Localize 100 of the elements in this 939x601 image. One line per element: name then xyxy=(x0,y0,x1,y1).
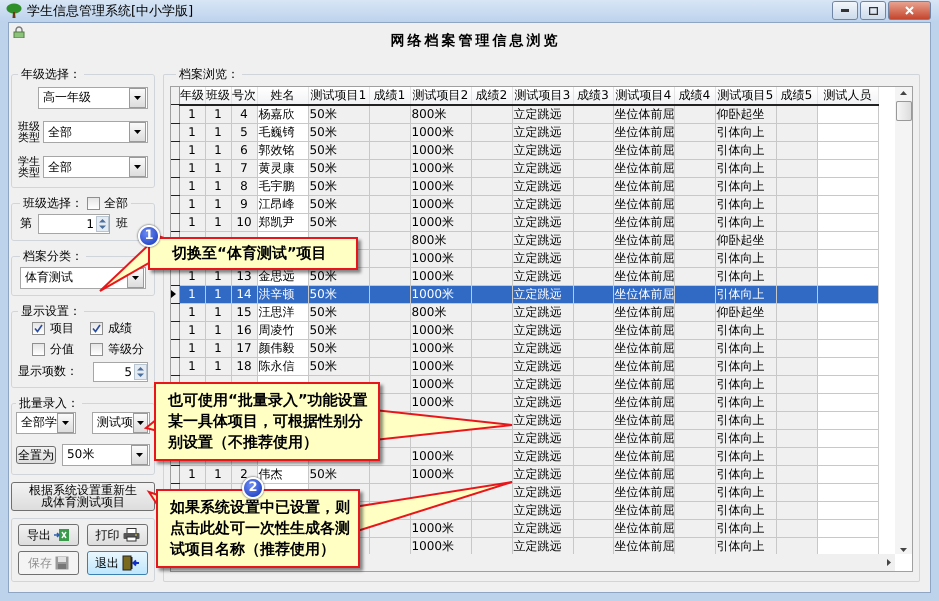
table-cell: 1 xyxy=(179,123,205,142)
checkbox[interactable] xyxy=(87,196,100,210)
checkbox[interactable] xyxy=(90,322,103,335)
table-cell: 立定跳远 xyxy=(512,393,573,412)
table-cell: 1000米 xyxy=(410,321,471,340)
table-cell: 立定跳远 xyxy=(512,465,573,484)
column-header[interactable]: 号次 xyxy=(231,86,257,105)
minimize-button[interactable] xyxy=(832,1,858,20)
table-cell: 立定跳远 xyxy=(512,213,573,232)
scroll-up-icon[interactable] xyxy=(900,90,907,95)
group-label: 年级选择： xyxy=(21,66,81,83)
group-label: 显示设置： xyxy=(21,302,81,320)
column-header[interactable]: 测试项目2 xyxy=(410,86,471,105)
table-cell: 引体向上 xyxy=(715,411,776,430)
table-cell: 引体向上 xyxy=(715,465,776,484)
column-header[interactable]: 班级 xyxy=(205,86,231,105)
table-cell: 立定跳远 xyxy=(512,339,573,358)
table-cell: 立定跳远 xyxy=(512,375,573,394)
maximize-button[interactable] xyxy=(860,1,886,20)
class-number-field[interactable]: 1 xyxy=(38,214,110,234)
scroll-thumb[interactable] xyxy=(896,100,912,121)
table-cell: 立定跳远 xyxy=(512,249,573,268)
table-cell: 立定跳远 xyxy=(512,429,573,448)
table-cell: 洪辛顿 xyxy=(257,285,308,304)
column-header[interactable]: 成绩1 xyxy=(369,86,410,105)
table-cell: 引体向上 xyxy=(715,195,776,214)
table-cell: 1 xyxy=(179,303,205,322)
column-header[interactable]: 成绩5 xyxy=(776,86,817,105)
grade-dropdown[interactable]: 高一年级 xyxy=(38,86,148,109)
checkbox[interactable] xyxy=(90,342,103,356)
table-cell: 50米 xyxy=(308,123,369,142)
table-cell: 1 xyxy=(179,357,205,376)
table-cell: 50米 xyxy=(308,213,369,232)
table-cell: 1 xyxy=(179,177,205,196)
table-cell: 郭效铭 xyxy=(257,141,308,160)
column-header[interactable]: 成绩2 xyxy=(471,86,512,105)
action-button[interactable]: 退出 xyxy=(87,551,148,575)
caret-icon xyxy=(136,452,143,457)
table-cell: 引体向上 xyxy=(715,393,776,412)
vertical-scrollbar[interactable] xyxy=(895,86,912,554)
table-cell: 1000米 xyxy=(410,177,471,196)
callout-tooltip: 也可使用“批量录入”功能设置某一具体项目，可根据性别分别设置（不推荐使用） xyxy=(154,382,380,461)
item-count-field[interactable]: 5 xyxy=(93,362,148,382)
action-button[interactable]: 导出 xyxy=(18,524,79,546)
checkbox-label: 成绩 xyxy=(108,320,132,337)
checkbox[interactable] xyxy=(32,322,45,335)
table-cell: 1 xyxy=(205,465,231,484)
table-cell: 1 xyxy=(205,213,231,232)
action-button[interactable]: 打印 xyxy=(87,524,148,546)
scope-dropdown[interactable]: 全部学 xyxy=(16,412,76,434)
column-header[interactable]: 测试项目5 xyxy=(715,86,776,105)
spreadsheet-icon xyxy=(54,528,70,542)
table-cell: 8 xyxy=(231,177,257,196)
value-dropdown[interactable]: 50米 xyxy=(62,444,150,466)
table-cell: 仰卧起坐 xyxy=(715,231,776,250)
column-header[interactable]: 测试项目1 xyxy=(308,86,369,105)
test-item-dropdown[interactable]: 测试项 xyxy=(92,412,150,434)
table-cell: 1000米 xyxy=(410,375,471,394)
checkbox[interactable] xyxy=(32,342,45,356)
table-cell: 立定跳远 xyxy=(512,285,573,304)
column-header[interactable]: 测试人员 xyxy=(817,86,878,105)
spin-arrows-icon[interactable] xyxy=(134,364,147,380)
student-type-dropdown[interactable]: 全部 xyxy=(43,156,148,178)
caret-icon xyxy=(132,276,139,280)
group-label: 班级选择： xyxy=(23,194,83,212)
table-cell: 15 xyxy=(231,303,257,322)
table-cell: 引体向上 xyxy=(715,123,776,142)
column-header[interactable]: 测试项目4 xyxy=(613,86,674,105)
table-cell: 1 xyxy=(205,285,231,304)
table-cell: 引体向上 xyxy=(715,519,776,538)
table-cell: 黄灵康 xyxy=(257,159,308,178)
tree-icon xyxy=(6,2,22,19)
table-cell: 1000米 xyxy=(410,267,471,286)
column-header[interactable]: 年级 xyxy=(179,86,205,105)
table-cell: 立定跳远 xyxy=(512,321,573,340)
column-header[interactable]: 姓名 xyxy=(257,86,308,105)
category-dropdown[interactable]: 体育测试 xyxy=(20,266,146,289)
caret-icon xyxy=(134,130,141,134)
table-cell: 1 xyxy=(179,285,205,304)
table-cell: 1 xyxy=(205,141,231,160)
table-cell: 引体向上 xyxy=(715,159,776,178)
table-cell: 50米 xyxy=(308,321,369,340)
close-button[interactable] xyxy=(888,1,931,20)
column-header[interactable]: 测试项目3 xyxy=(512,86,573,105)
column-header[interactable]: 成绩3 xyxy=(573,86,613,105)
scroll-right-icon[interactable] xyxy=(887,558,891,566)
table-cell: 10 xyxy=(231,213,257,232)
table-cell: 50米 xyxy=(308,195,369,214)
table-cell: 引体向上 xyxy=(715,141,776,160)
page-heading: 网络档案管理信息浏览 xyxy=(390,32,562,50)
table-cell: 1000米 xyxy=(410,393,471,412)
row-pointer-icon xyxy=(171,290,176,298)
regenerate-button[interactable]: 根据系统设置重新生成体育测试项目 xyxy=(11,482,155,511)
caret-icon xyxy=(137,420,144,425)
table-cell: 1000米 xyxy=(410,465,471,484)
spin-arrows-icon[interactable] xyxy=(96,216,109,232)
column-header[interactable]: 成绩4 xyxy=(674,86,715,105)
table-cell: 800米 xyxy=(410,303,471,322)
set-all-button[interactable]: 全置为 xyxy=(16,446,56,464)
class-type-dropdown[interactable]: 全部 xyxy=(43,121,148,144)
